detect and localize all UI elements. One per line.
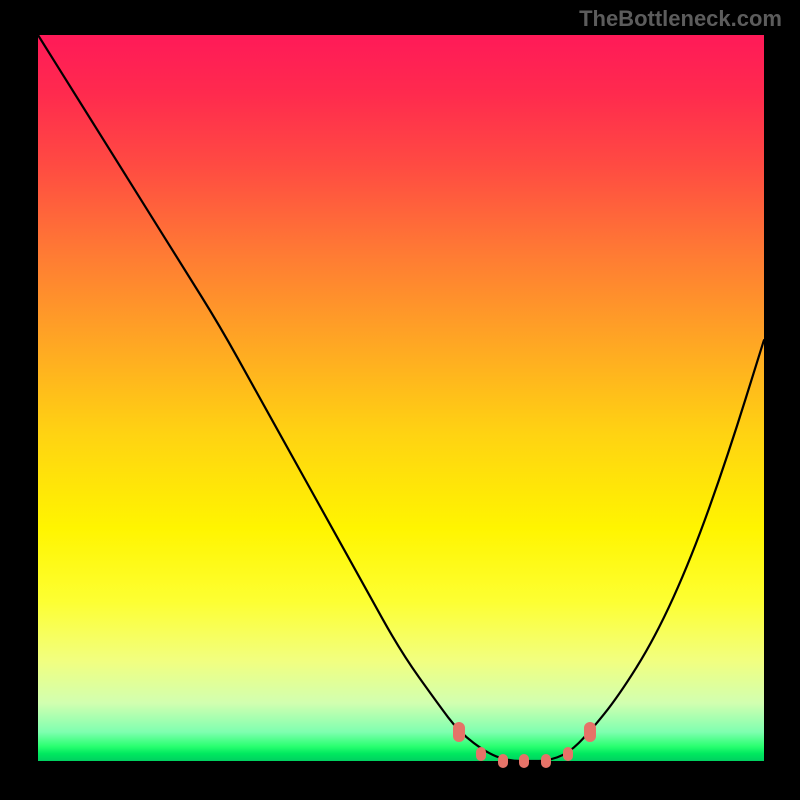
watermark-text: TheBottleneck.com (579, 6, 782, 32)
chart-background-gradient (38, 35, 764, 761)
